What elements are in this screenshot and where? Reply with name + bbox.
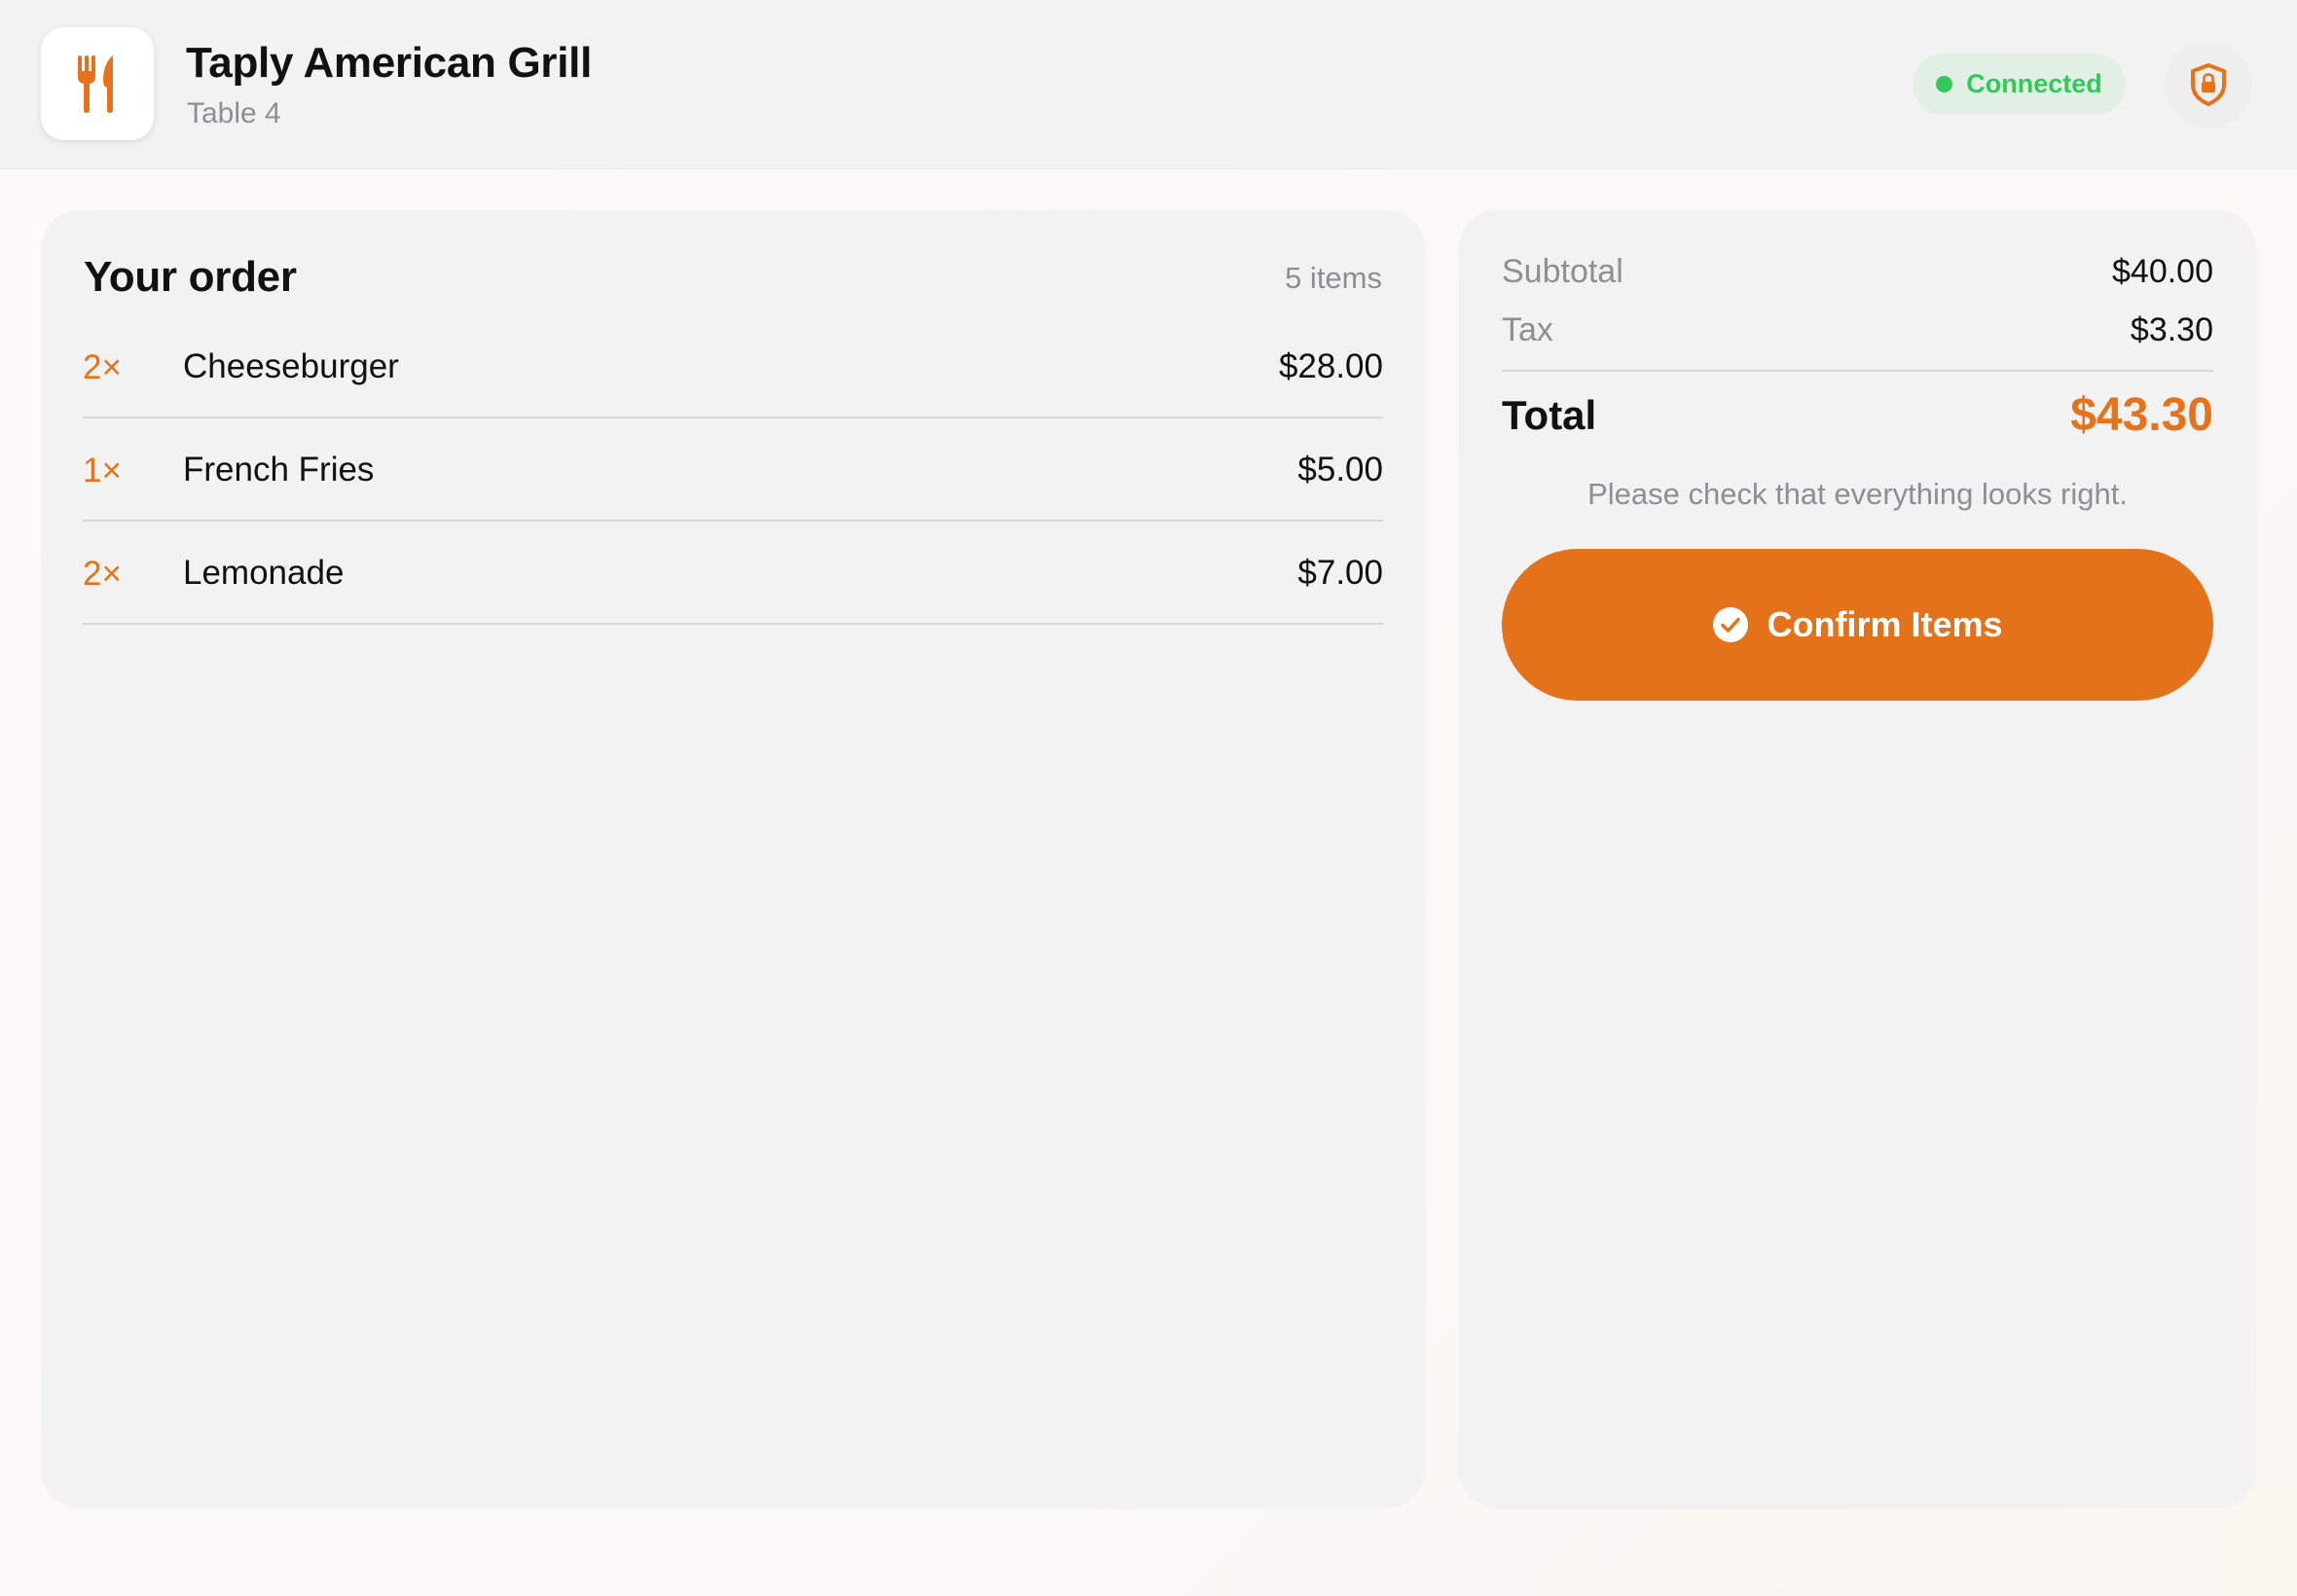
order-item-count: 5 items	[1285, 261, 1382, 295]
order-item-row: 1× French Fries $5.00	[83, 418, 1383, 522]
item-quantity: 2×	[83, 555, 122, 593]
review-note: Please check that everything looks right…	[1587, 477, 2128, 511]
order-title: Your order	[84, 253, 297, 301]
order-list: 2× Cheeseburger $28.00 1× French Fries $…	[83, 315, 1383, 625]
total-label: Total	[1502, 392, 1597, 438]
app-header: Taply American Grill Table 4 Connected	[0, 0, 2297, 169]
shield-lock-icon	[2191, 63, 2226, 106]
item-quantity: 2×	[83, 348, 122, 386]
subtotal-label: Subtotal	[1502, 253, 1623, 290]
order-item-row: 2× Cheeseburger $28.00	[83, 315, 1383, 418]
total-value: $43.30	[2070, 389, 2213, 441]
summary-card: Subtotal $40.00 Tax $3.30 Total $43.30 P…	[1459, 210, 2256, 1507]
status-dot-icon	[1936, 76, 1953, 92]
restaurant-logo	[41, 27, 154, 140]
fork-knife-icon	[78, 55, 113, 113]
security-button[interactable]	[2165, 41, 2252, 128]
order-card: Your order 5 items 2× Cheeseburger $28.0…	[41, 210, 1425, 1507]
order-item-row: 2× Lemonade $7.00	[83, 522, 1383, 625]
confirm-items-label: Confirm Items	[1767, 604, 2003, 644]
tax-row: Tax $3.30	[1502, 311, 2213, 354]
item-name: Cheeseburger	[183, 347, 399, 385]
restaurant-name: Taply American Grill	[186, 39, 593, 87]
connection-status-badge: Connected	[1913, 54, 2126, 115]
confirm-items-button[interactable]: Confirm Items	[1502, 549, 2213, 701]
item-price: $28.00	[1278, 347, 1383, 385]
summary-divider	[1502, 370, 2213, 372]
item-price: $5.00	[1297, 451, 1383, 489]
subtotal-row: Subtotal $40.00	[1502, 253, 2213, 296]
item-price: $7.00	[1297, 554, 1383, 592]
status-label: Connected	[1966, 69, 2102, 98]
subtotal-value: $40.00	[2112, 253, 2213, 290]
item-name: Lemonade	[183, 554, 345, 592]
tax-value: $3.30	[2130, 311, 2213, 348]
item-quantity: 1×	[83, 452, 122, 490]
checkmark-circle-icon	[1713, 607, 1749, 642]
item-name: French Fries	[183, 451, 375, 489]
tax-label: Tax	[1502, 311, 1553, 348]
table-label: Table 4	[187, 97, 281, 129]
